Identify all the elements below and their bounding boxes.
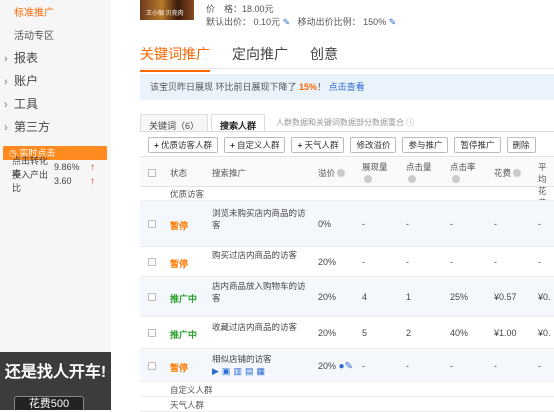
help-icon[interactable] — [452, 175, 460, 183]
sidebar-item-standard-promotion[interactable]: 标准推广 — [14, 4, 54, 19]
product-thumbnail[interactable]: 王小咖 贝壳肉 — [140, 0, 194, 20]
pause-promotion-button[interactable]: 暂停推广 — [454, 137, 501, 153]
select-all-checkbox[interactable] — [148, 169, 156, 177]
header-impressions[interactable]: 展现量 — [362, 157, 388, 185]
edit-premium-button[interactable]: 修改溢价 — [350, 137, 397, 153]
sub-tabs: 关键词（6） 搜索人群 人群数据和关键词数据部分数据重合 ⓘ — [140, 112, 414, 132]
join-promotion-button[interactable]: 参与推广 — [402, 137, 449, 153]
header-ctr[interactable]: 点击率 — [450, 157, 476, 185]
table-row[interactable]: 暂停 购买过店内商品的访客 20% - - - - - — [140, 247, 554, 277]
crowd-name: 购买过店内商品的访客 — [212, 250, 298, 260]
group-header-custom: 自定义人群 — [140, 383, 554, 397]
divider — [140, 68, 554, 69]
crowd-toolbar: + 优质访客人群 + 自定义人群 + 天气人群 修改溢价 参与推广 暂停推广 删除 — [148, 137, 542, 153]
group-header-quality: 优质访客 — [140, 187, 554, 201]
tab-keywords[interactable]: 关键词（6） — [140, 114, 209, 132]
row-actions: ▶▣▥▤▦ — [212, 366, 268, 377]
promo-fee-badge: 花费500 — [14, 396, 84, 410]
row-checkbox[interactable] — [148, 362, 156, 370]
header-premium[interactable]: 溢价 — [318, 157, 346, 179]
chevron-right-icon: › — [4, 76, 8, 88]
help-icon[interactable] — [337, 169, 346, 177]
table-row[interactable]: 暂停 相似店铺的访客 ▶▣▥▤▦ 20% ●✎ - - - - - — [140, 349, 554, 382]
crowd-name: 收藏过店内商品的访客 — [212, 322, 298, 332]
edit-default-bid-icon[interactable]: ✎ — [283, 17, 291, 27]
edit-mobile-ratio-icon[interactable]: ✎ — [389, 17, 397, 27]
export-icon[interactable]: ▦ — [256, 366, 268, 376]
status-label: 暂停 — [170, 259, 189, 269]
premium-value: 20% ●✎ — [318, 361, 353, 372]
overlap-note: 人群数据和关键词数据部分数据重合 ⓘ — [276, 118, 415, 127]
view-details-link[interactable]: 点击查看 — [329, 82, 365, 92]
premium-value: 20% — [318, 328, 337, 338]
help-icon[interactable] — [408, 175, 416, 183]
crowd-name: 相似店铺的访客 — [212, 354, 272, 364]
chevron-right-icon: › — [4, 99, 8, 111]
header-crowd: 搜索推广 — [212, 168, 247, 178]
price-line: 价 格：18.00元 — [206, 4, 274, 14]
row-checkbox[interactable] — [148, 293, 156, 301]
arrow-up-icon: ↑ — [90, 161, 95, 173]
promo-banner[interactable]: 还是找人开车! 花费500 — [0, 352, 111, 410]
delete-button[interactable]: 删除 — [506, 137, 536, 153]
table-header: 状态 搜索推广 溢价 展现量 点击量 点击率 花费 平均花费 — [140, 156, 554, 208]
plus-icon: + — [154, 140, 159, 150]
table-row[interactable]: 推广中 收藏过店内商品的访客 20% 5 2 40% ¥1.00 ¥0. — [140, 317, 554, 349]
chart-icon[interactable]: ▤ — [245, 366, 257, 376]
divider — [140, 131, 554, 132]
bid-line: 默认出价： 0.10元 ✎ 移动出价比例： 150% ✎ — [206, 17, 397, 27]
header-status: 状态 — [170, 168, 188, 178]
sidebar-category-tools[interactable]: › 工具 — [4, 95, 38, 112]
table-row[interactable]: 推广中 店内商品放入购物车的访客 20% 4 1 25% ¥0.57 ¥0. — [140, 277, 554, 317]
header-clicks[interactable]: 点击量 — [406, 157, 432, 185]
add-quality-visitor-button[interactable]: + 优质访客人群 — [148, 137, 218, 153]
sidebar-category-reports[interactable]: › 报表 — [4, 49, 38, 66]
delete-icon[interactable]: ▥ — [233, 366, 245, 376]
sidebar-category-third-party[interactable]: › 第三方 — [4, 118, 50, 135]
add-weather-crowd-button[interactable]: + 天气人群 — [291, 137, 345, 153]
plus-icon: + — [297, 140, 303, 150]
status-label: 暂停 — [170, 363, 189, 373]
sidebar-item-activity-zone[interactable]: 活动专区 — [14, 27, 54, 42]
premium-value: 0% — [318, 219, 332, 229]
help-icon[interactable] — [364, 175, 372, 183]
premium-value: 20% — [318, 257, 337, 267]
sidebar: 标准推广 活动专区 › 报表 › 账户 › 工具 › 第三方 ◷ 实时点击 点击转化率 … — [0, 0, 111, 410]
status-label: 推广中 — [170, 294, 198, 304]
row-checkbox[interactable] — [148, 258, 156, 266]
chevron-right-icon: › — [4, 53, 8, 65]
chevron-right-icon: › — [4, 122, 8, 134]
sidebar-category-account[interactable]: › 账户 — [4, 72, 38, 89]
premium-value: 20% — [318, 292, 337, 302]
row-checkbox[interactable] — [148, 220, 156, 228]
tab-search-crowd[interactable]: 搜索人群 — [211, 114, 266, 132]
bulk-edit-icon[interactable]: ●✎ — [339, 361, 353, 372]
table-row[interactable]: 暂停 浏览未购买店内商品的访客 0% - - - - - — [140, 201, 554, 247]
impression-notice: 该宝贝昨日展现 环比前日展现下降了 15%！ 点击查看 — [140, 74, 554, 100]
lock-icon[interactable]: ▣ — [222, 366, 234, 376]
play-icon[interactable]: ▶ — [212, 366, 222, 376]
roi-row: 投入产出比 3.60 ↑ — [12, 170, 95, 193]
crowd-name: 浏览未购买店内商品的访客 — [212, 208, 306, 230]
crowd-name: 店内商品放入购物车的访客 — [212, 281, 306, 303]
status-label: 暂停 — [170, 221, 189, 231]
plus-icon: + — [229, 140, 235, 150]
row-checkbox[interactable] — [148, 329, 156, 337]
help-icon[interactable] — [513, 169, 522, 177]
status-label: 推广中 — [170, 330, 198, 340]
arrow-up-icon: ↑ — [90, 175, 95, 187]
realtime-clicks-panel: ◷ 实时点击 点击转化率 9.86% ↑ 投入产出比 3.60 ↑ — [3, 146, 107, 193]
header-cost[interactable]: 花费 — [494, 157, 522, 179]
add-custom-crowd-button[interactable]: + 自定义人群 — [223, 137, 286, 153]
